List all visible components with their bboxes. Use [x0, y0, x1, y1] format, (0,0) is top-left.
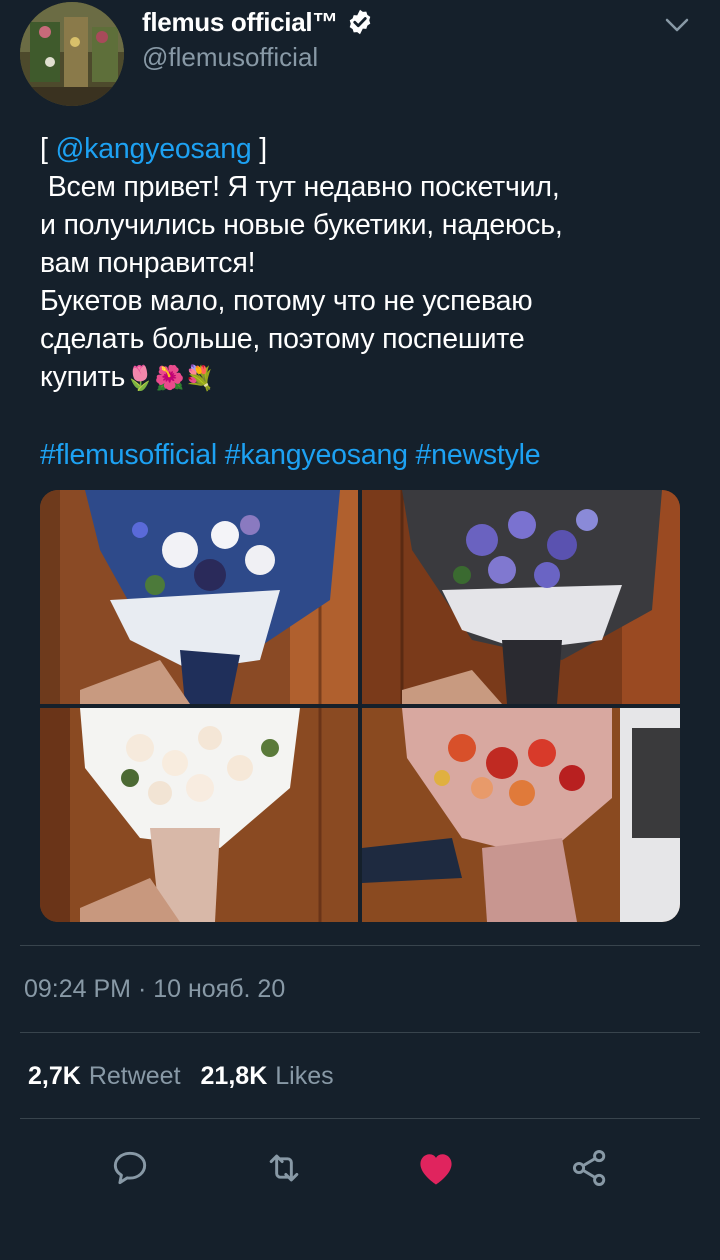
reply-icon — [113, 1151, 147, 1185]
name-row: flemus official™ — [142, 4, 374, 40]
retweet-button[interactable] — [260, 1140, 308, 1196]
tweet-line: Всем привет! Я тут недавно поскетчил, — [40, 171, 560, 203]
tweet-line: и получились новые букетики, надеюсь, — [40, 209, 563, 241]
divider — [20, 1118, 700, 1119]
tweet-line: вам понравится! — [40, 247, 256, 279]
photo-bouquet-white[interactable] — [40, 708, 358, 922]
like-button[interactable] — [412, 1140, 460, 1196]
chevron-down-icon[interactable] — [662, 10, 692, 40]
likes-count: 21,8K — [200, 1062, 268, 1090]
bracket-close: ] — [251, 133, 267, 165]
retweet-icon — [269, 1154, 299, 1182]
retweets-stat[interactable]: 2,7K Retweet — [28, 1062, 181, 1091]
media-grid — [40, 490, 680, 922]
bracket-open: [ — [40, 133, 56, 165]
avatar[interactable] — [20, 2, 124, 106]
hashtag-link[interactable]: #flemusofficial — [40, 439, 217, 471]
tweet-text: [ @kangyeosang ] Всем привет! Я тут неда… — [40, 130, 680, 474]
retweets-label: Retweet — [88, 1062, 181, 1090]
handle[interactable]: @flemusofficial — [142, 42, 318, 73]
flower-emojis: 🌷🌺💐 — [125, 365, 215, 392]
hashtag-link[interactable]: #kangyeosang — [225, 439, 408, 471]
verified-badge-icon — [349, 9, 371, 35]
retweets-count: 2,7K — [28, 1062, 81, 1090]
tweet-header: flemus official™ @flemusofficial — [0, 0, 720, 110]
tweet-line: купить — [40, 361, 126, 393]
photo-bouquet-purple[interactable] — [362, 490, 680, 704]
reply-button[interactable] — [106, 1140, 154, 1196]
photo-bouquet-blue[interactable] — [40, 490, 358, 704]
share-button[interactable] — [566, 1140, 614, 1196]
action-bar — [0, 1140, 720, 1200]
timestamp[interactable]: 09:24 PM · 10 нояб. 20 — [24, 975, 285, 1004]
display-name[interactable]: flemus official™ — [142, 7, 338, 38]
likes-stat[interactable]: 21,8K Likes — [201, 1062, 334, 1091]
divider — [20, 1032, 700, 1033]
tweet-stats: 2,7K Retweet 21,8K Likes — [28, 1062, 354, 1091]
tweet-line: сделать больше, поэтому поспешите — [40, 323, 525, 355]
divider — [20, 945, 700, 946]
heart-icon — [420, 1154, 452, 1185]
hashtag-link[interactable]: #newstyle — [416, 439, 541, 471]
mention-link[interactable]: @kangyeosang — [55, 133, 251, 165]
likes-label: Likes — [275, 1062, 334, 1090]
photo-bouquet-red[interactable] — [362, 708, 680, 922]
share-icon — [572, 1150, 606, 1186]
tweet-line: Букетов мало, потому что не успеваю — [40, 285, 533, 317]
avatar-image — [20, 2, 124, 106]
